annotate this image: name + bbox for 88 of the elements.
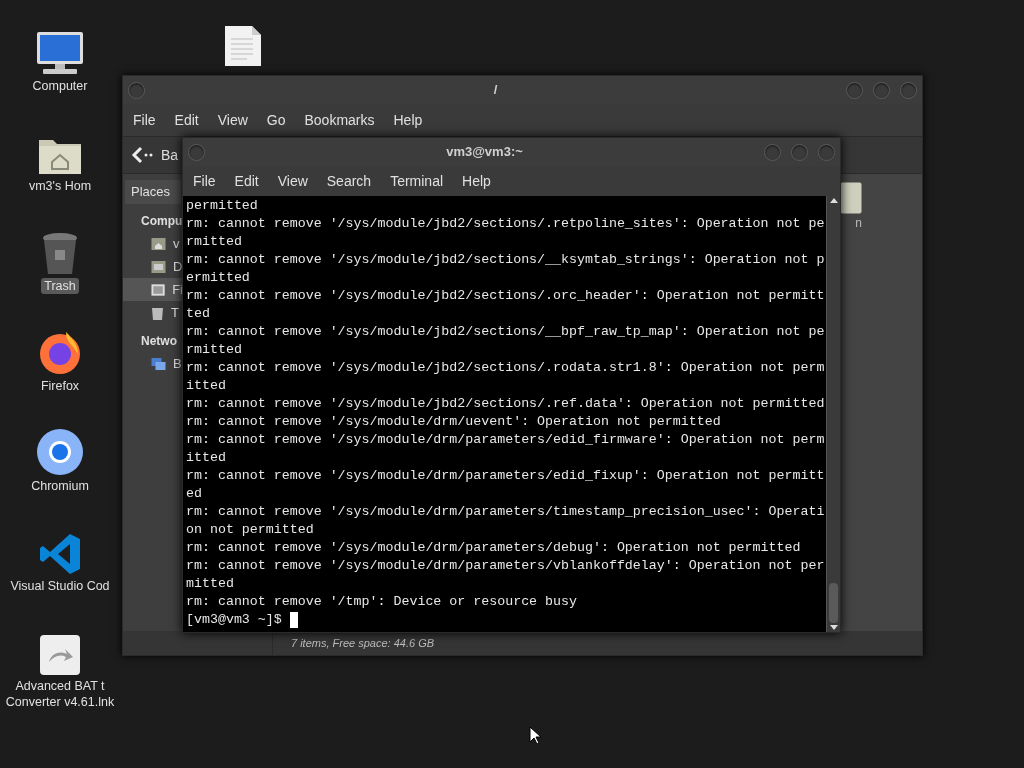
menu-item[interactable]: Help xyxy=(393,109,423,131)
back-button[interactable]: Ba xyxy=(131,144,179,166)
menu-item[interactable]: View xyxy=(217,109,248,131)
terminal-line: rm: cannot remove '/sys/module/jbd2/sections/__ksymtab_strings': Operation not p xyxy=(186,251,825,269)
menu-item[interactable]: Bookmarks xyxy=(304,109,375,131)
window-title: / xyxy=(492,81,499,100)
terminal-line: permitted xyxy=(186,197,258,215)
sidebar-item[interactable]: Fi xyxy=(123,278,183,301)
sidebar-item-label: v xyxy=(173,234,180,253)
terminal-line: rm: cannot remove '/sys/module/drm/uevent': Operation not permitted xyxy=(186,413,721,431)
terminal-line: ted xyxy=(186,305,210,323)
menu-item[interactable]: View xyxy=(277,170,308,192)
trash-icon xyxy=(41,232,79,276)
menu-item[interactable]: Go xyxy=(266,109,286,131)
maximize-button[interactable] xyxy=(873,81,890,99)
terminal-line: rm: cannot remove '/sys/module/jbd2/sections/.rodata.str1.8': Operation not perm xyxy=(186,359,825,377)
desktop-icon-label[interactable]: Advanced BAT t Converter v4.61.lnk xyxy=(2,678,118,710)
terminal-line: rm: cannot remove '/sys/module/jbd2/sections/.ref.data': Operation not permitted xyxy=(186,395,825,413)
text-cursor xyxy=(289,612,298,628)
terminal-line: rm: cannot remove '/sys/module/drm/parameters/edid_firmware': Operation not perm xyxy=(186,431,825,449)
scrollbar-thumb[interactable] xyxy=(829,583,838,623)
desktop-icon-label[interactable]: vm3's Hom xyxy=(25,178,95,194)
menu-item[interactable]: File xyxy=(133,109,156,131)
status-text: 7 items, Free space: 44.6 GB xyxy=(290,636,435,651)
terminal-line: rm: cannot remove '/tmp': Device or resource busy xyxy=(186,593,577,611)
window-menu-button[interactable] xyxy=(128,81,145,99)
shortcut-icon xyxy=(39,634,81,676)
window-menu-button[interactable] xyxy=(188,143,205,161)
sidebar-item[interactable]: v xyxy=(123,232,183,255)
terminal-line: rmitted xyxy=(186,233,242,251)
mouse-pointer-icon xyxy=(529,726,541,745)
sidebar-tab[interactable]: Places xyxy=(125,180,181,204)
folder-icon xyxy=(151,259,166,274)
sidebar-item-label: B xyxy=(173,354,182,373)
close-button[interactable] xyxy=(900,81,917,99)
terminal-line: ed xyxy=(186,485,202,503)
terminal-line: rmitted xyxy=(186,341,242,359)
desktop-icon-label[interactable]: Chromium xyxy=(28,478,92,494)
file-icon xyxy=(840,182,862,214)
chromium-icon xyxy=(36,428,84,476)
terminal-line: rm: cannot remove '/sys/module/jbd2/sections/__bpf_raw_tp_map': Operation not pe xyxy=(186,323,825,341)
sidebar-item-label: T xyxy=(171,303,179,322)
desktop-icon-label[interactable]: Firefox xyxy=(37,378,83,394)
sidebar-item[interactable]: D xyxy=(123,255,183,278)
trash-icon xyxy=(151,305,164,320)
terminal-line: rm: cannot remove '/sys/module/drm/parameters/debug': Operation not permitted xyxy=(186,539,801,557)
sidebar-heading: Compu xyxy=(140,213,183,230)
terminal-line: rm: cannot remove '/sys/module/drm/parameters/edid_fixup': Operation not permitt xyxy=(186,467,825,485)
close-button[interactable] xyxy=(818,143,835,161)
window-title: vm3@vm3:~ xyxy=(445,143,524,162)
terminal-line: rm: cannot remove '/sys/module/jbd2/sections/.retpoline_sites': Operation not pe xyxy=(186,215,825,233)
monitor-icon xyxy=(35,30,85,76)
scroll-up-arrow-icon xyxy=(829,198,838,203)
terminal-line: rm: cannot remove '/sys/module/drm/parameters/vblankoffdelay': Operation not per xyxy=(186,557,825,575)
terminal-line: itted xyxy=(186,449,226,467)
menu-item[interactable]: Terminal xyxy=(390,170,444,192)
menu-item[interactable]: Search xyxy=(326,170,372,192)
maximize-button[interactable] xyxy=(791,143,808,161)
terminal-line: rm: cannot remove '/sys/module/drm/parameters/timestamp_precision_usec': Operati xyxy=(186,503,825,521)
menu-item[interactable]: Edit xyxy=(234,170,259,192)
scrollbar[interactable] xyxy=(826,196,840,632)
network-icon xyxy=(151,356,166,371)
menu-item[interactable]: Help xyxy=(462,170,491,192)
terminal-line: itted xyxy=(186,377,226,395)
file-label: n xyxy=(855,215,862,232)
scroll-down-arrow-icon xyxy=(829,625,838,630)
desktop-icon-label[interactable]: Visual Studio Cod xyxy=(7,578,113,594)
menu-item[interactable]: Edit xyxy=(174,109,199,131)
terminal-line: rm: cannot remove '/sys/module/jbd2/sections/.orc_header': Operation not permitt xyxy=(186,287,825,305)
terminal-line: ermitted xyxy=(186,269,250,287)
minimize-button[interactable] xyxy=(764,143,781,161)
sidebar-item[interactable]: B xyxy=(123,352,183,375)
back-arrow-icon xyxy=(131,146,153,164)
code-editor-icon xyxy=(38,532,82,576)
sidebar-item-label: D xyxy=(173,257,183,276)
desktop-icon-label[interactable]: Computer xyxy=(29,78,91,94)
minimize-button[interactable] xyxy=(846,81,863,99)
terminal-line: mitted xyxy=(186,575,234,593)
menu-item[interactable]: File xyxy=(193,170,216,192)
sidebar-item-label: Fi xyxy=(172,280,183,299)
sidebar-item[interactable]: T xyxy=(123,301,183,324)
home-folder-icon xyxy=(151,236,166,251)
terminal-line: on not permitted xyxy=(186,521,314,539)
document-icon xyxy=(224,25,262,67)
drive-icon xyxy=(151,282,166,297)
desktop-icon-label[interactable]: Trash xyxy=(41,278,79,294)
terminal-prompt: [vm3@vm3 ~]$ xyxy=(186,611,283,629)
sidebar-heading: Netwo xyxy=(140,333,178,350)
